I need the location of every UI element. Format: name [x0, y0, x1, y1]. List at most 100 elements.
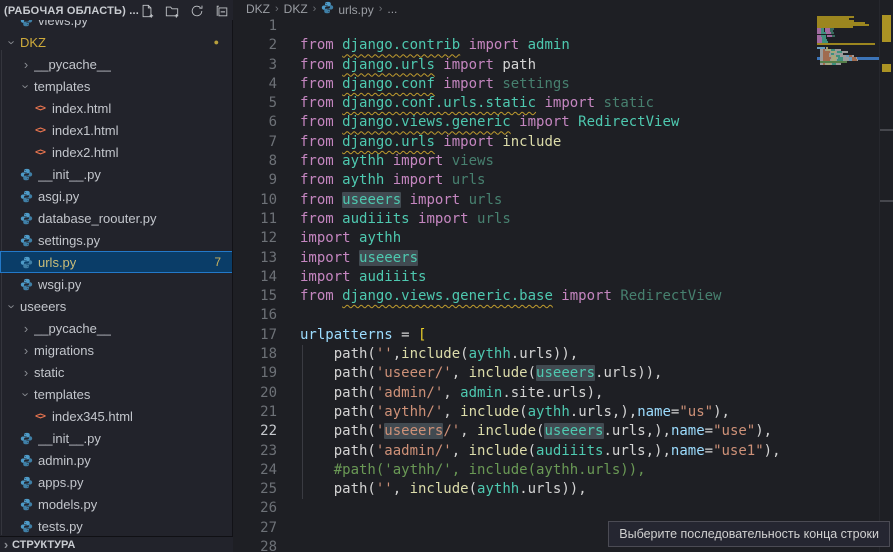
line-number[interactable]: 3	[234, 56, 277, 75]
minimap[interactable]	[817, 14, 879, 134]
tree-item-tests-py[interactable]: tests.py	[0, 515, 233, 537]
tree-item--pycache-[interactable]: ›__pycache__	[0, 317, 233, 339]
breadcrumb-item[interactable]: DKZ	[284, 2, 308, 16]
code-line-14[interactable]: import audiiits	[300, 268, 813, 287]
breadcrumb-item[interactable]: DKZ	[246, 2, 270, 16]
code-content[interactable]: from django.contrib import adminfrom dja…	[300, 17, 813, 552]
tree-item-wsgi-py[interactable]: wsgi.py	[0, 273, 233, 295]
sidebar-editor-divider[interactable]	[232, 0, 233, 552]
code-line-6[interactable]: from django.views.generic import Redirec…	[300, 113, 813, 132]
code-line-25[interactable]: path('', include(aythh.urls)),	[300, 480, 813, 499]
tree-item-apps-py[interactable]: apps.py	[0, 471, 233, 493]
code-line-20[interactable]: path('admin/', admin.site.urls),	[300, 384, 813, 403]
line-number[interactable]: 8	[234, 152, 277, 171]
refresh-icon[interactable]	[189, 3, 205, 19]
tree-item-admin-py[interactable]: admin.py	[0, 449, 233, 471]
tree-item-asgi-py[interactable]: asgi.py	[0, 185, 233, 207]
line-number[interactable]: 11	[234, 210, 277, 229]
line-number[interactable]: 27	[234, 519, 277, 538]
line-number[interactable]: 18	[234, 345, 277, 364]
line-number[interactable]: 25	[234, 480, 277, 499]
line-number[interactable]: 20	[234, 384, 277, 403]
tree-item-static[interactable]: ›static	[0, 361, 233, 383]
tree-item--pycache-[interactable]: ›__pycache__	[0, 53, 233, 75]
code-line-18[interactable]: path('',include(aythh.urls)),	[300, 345, 813, 364]
tree-item-index2-html[interactable]: <>index2.html	[0, 141, 233, 163]
code-line-7[interactable]: from django.urls import include	[300, 133, 813, 152]
python-file-icon	[18, 452, 34, 468]
line-number[interactable]: 19	[234, 364, 277, 383]
code-line-24[interactable]: #path('aythh/', include(aythh.urls)),	[300, 461, 813, 480]
line-number[interactable]: 1	[234, 17, 277, 36]
code-line-12[interactable]: import aythh	[300, 229, 813, 248]
code-line-4[interactable]: from django.conf import settings	[300, 75, 813, 94]
tree-item-urls-py[interactable]: urls.py7	[0, 251, 233, 273]
code-line-2[interactable]: from django.contrib import admin	[300, 36, 813, 55]
line-number[interactable]: 26	[234, 499, 277, 518]
tree-item-index345-html[interactable]: <>index345.html	[0, 405, 233, 427]
line-number[interactable]: 5	[234, 94, 277, 113]
new-folder-icon[interactable]	[164, 3, 180, 19]
code-line-13[interactable]: import useeers	[300, 249, 813, 268]
code-line-8[interactable]: from aythh import views	[300, 152, 813, 171]
code-line-3[interactable]: from django.urls import path	[300, 56, 813, 75]
tree-item--init-py[interactable]: __init__.py	[0, 427, 233, 449]
new-file-icon[interactable]	[139, 3, 155, 19]
code-token: useeers	[384, 423, 443, 439]
code-line-17[interactable]: urlpatterns = [	[300, 326, 813, 345]
line-number[interactable]: 24	[234, 461, 277, 480]
code-line-11[interactable]: from audiiits import urls	[300, 210, 813, 229]
line-number[interactable]: 10	[234, 191, 277, 210]
tree-item-settings-py[interactable]: settings.py	[0, 229, 233, 251]
line-number[interactable]: 13	[234, 249, 277, 268]
tree-item-index-html[interactable]: <>index.html	[0, 97, 233, 119]
line-number[interactable]: 12	[234, 229, 277, 248]
code-line-9[interactable]: from aythh import urls	[300, 171, 813, 190]
line-number[interactable]: 14	[234, 268, 277, 287]
breadcrumb-label: urls.py	[338, 3, 373, 17]
tree-item-database-roouter-py[interactable]: database_roouter.py	[0, 207, 233, 229]
line-number[interactable]: 9	[234, 171, 277, 190]
tree-item-dkz[interactable]: ›DKZ●	[0, 31, 233, 53]
code-line-1[interactable]	[300, 17, 813, 36]
tree-item-index1-html[interactable]: <>index1.html	[0, 119, 233, 141]
code-line-21[interactable]: path('aythh/', include(aythh.urls,),name…	[300, 403, 813, 422]
breadcrumb-item[interactable]: ...	[387, 2, 397, 16]
code-line-15[interactable]: from django.views.generic.base import Re…	[300, 287, 813, 306]
tree-item-migrations[interactable]: ›migrations	[0, 339, 233, 361]
line-number[interactable]: 7	[234, 133, 277, 152]
code-line-5[interactable]: from django.conf.urls.static import stat…	[300, 94, 813, 113]
tree-item-useeers[interactable]: ›useeers	[0, 295, 233, 317]
code-token: from	[300, 57, 342, 73]
outline-section-header[interactable]: › СТРУКТУРА	[0, 536, 233, 552]
code-line-10[interactable]: from useeers import urls	[300, 191, 813, 210]
line-number[interactable]: 22	[234, 422, 277, 441]
code-line-26[interactable]	[300, 499, 813, 518]
tree-item-label: database_roouter.py	[38, 211, 157, 226]
line-number[interactable]: 6	[234, 113, 277, 132]
breadcrumb-item[interactable]: urls.py	[321, 1, 373, 17]
code-line-23[interactable]: path('aadmin/', include(audiiits.urls,),…	[300, 442, 813, 461]
line-number[interactable]: 16	[234, 306, 277, 325]
line-number[interactable]: 17	[234, 326, 277, 345]
line-number[interactable]: 23	[234, 442, 277, 461]
line-number[interactable]: 4	[234, 75, 277, 94]
overview-ruler[interactable]	[879, 0, 893, 552]
code-token: name	[637, 404, 671, 420]
tree-item--init-py[interactable]: __init__.py	[0, 163, 233, 185]
line-number[interactable]: 28	[234, 538, 277, 552]
collapse-all-icon[interactable]	[214, 3, 230, 19]
code-line-16[interactable]	[300, 306, 813, 325]
tree-item-templates[interactable]: ›templates	[0, 383, 233, 405]
line-number[interactable]: 15	[234, 287, 277, 306]
code-token: 'aythh/'	[376, 404, 443, 420]
code-line-22[interactable]: path('useeers/', include(useeers.urls,),…	[300, 422, 813, 441]
tree-item-models-py[interactable]: models.py	[0, 493, 233, 515]
tree-item-templates[interactable]: ›templates	[0, 75, 233, 97]
breadcrumb: DKZ›DKZ›urls.py›...	[234, 0, 893, 17]
explorer-section-header[interactable]: (РАБОЧАЯ ОБЛАСТЬ) ...	[0, 0, 233, 20]
code-token: from	[300, 95, 342, 111]
line-number[interactable]: 2	[234, 36, 277, 55]
line-number[interactable]: 21	[234, 403, 277, 422]
code-line-19[interactable]: path('useeer/', include(useeers.urls)),	[300, 364, 813, 383]
